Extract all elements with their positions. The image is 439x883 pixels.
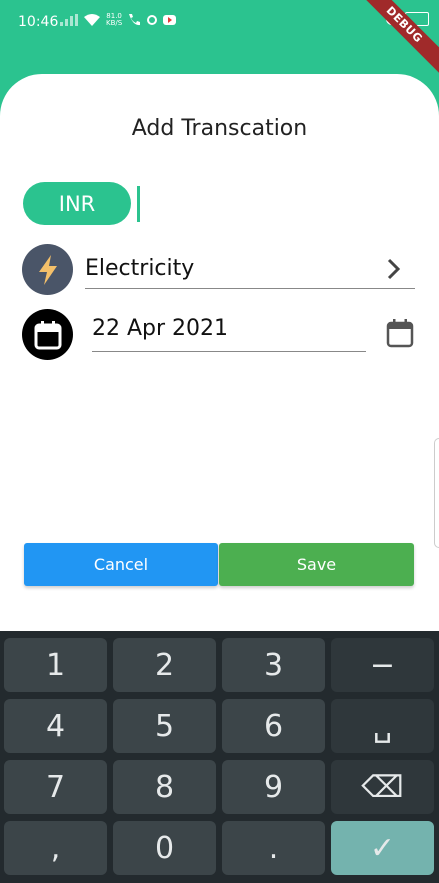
page-title: Add Transcation <box>131 116 308 141</box>
key-8[interactable]: 8 <box>113 760 216 814</box>
key-7[interactable]: 7 <box>4 760 107 814</box>
date-value: 22 Apr 2021 <box>92 316 229 341</box>
lightning-icon <box>38 254 57 285</box>
edge-panel-handle[interactable] <box>434 438 439 548</box>
calendar-picker-button[interactable] <box>386 318 414 352</box>
net-speed: 81.0 KB/S <box>106 13 122 27</box>
chevron-right-icon[interactable] <box>387 258 401 280</box>
key-5[interactable]: 5 <box>113 699 216 753</box>
status-bar: 10:46 81.0 KB/S DEBUG <box>0 0 439 78</box>
key-period[interactable]: . <box>222 821 325 875</box>
key-2[interactable]: 2 <box>113 638 216 692</box>
key-minus[interactable]: − <box>331 638 434 692</box>
category-value: Electricity <box>85 256 195 281</box>
date-field[interactable]: 22 Apr 2021 <box>92 314 366 352</box>
key-0[interactable]: 0 <box>113 821 216 875</box>
net-speed-unit: KB/S <box>106 19 123 27</box>
key-comma[interactable]: , <box>4 821 107 875</box>
key-space[interactable]: ␣ <box>331 699 434 753</box>
key-6[interactable]: 6 <box>222 699 325 753</box>
category-icon[interactable] <box>22 244 73 295</box>
amount-input-cursor[interactable] <box>137 186 140 222</box>
whatsapp-icon <box>147 15 158 25</box>
key-9[interactable]: 9 <box>222 760 325 814</box>
wifi-icon <box>84 14 100 26</box>
status-time: 10:46 <box>18 14 59 30</box>
key-1[interactable]: 1 <box>4 638 107 692</box>
cancel-button[interactable]: Cancel <box>24 543 218 586</box>
key-done[interactable]: ✓ <box>331 821 434 875</box>
youtube-icon <box>163 15 177 25</box>
calendar-icon <box>34 320 61 349</box>
call-icon <box>129 14 141 26</box>
key-backspace[interactable]: ⌫ <box>331 760 434 814</box>
status-icons: 81.0 KB/S <box>60 13 177 27</box>
currency-selector[interactable]: INR <box>23 182 131 225</box>
save-button[interactable]: Save <box>219 543 414 586</box>
key-3[interactable]: 3 <box>222 638 325 692</box>
date-icon[interactable] <box>22 309 73 360</box>
add-transaction-sheet: Add Transcation INR Electricity 22 Apr 2… <box>0 74 439 634</box>
signal-icon <box>60 14 78 26</box>
numeric-keyboard: 1 2 3 − 4 5 6 ␣ 7 8 9 ⌫ , 0 . ✓ <box>0 631 439 883</box>
calendar-outline-icon <box>386 319 414 348</box>
key-4[interactable]: 4 <box>4 699 107 753</box>
category-field[interactable]: Electricity <box>85 252 415 289</box>
